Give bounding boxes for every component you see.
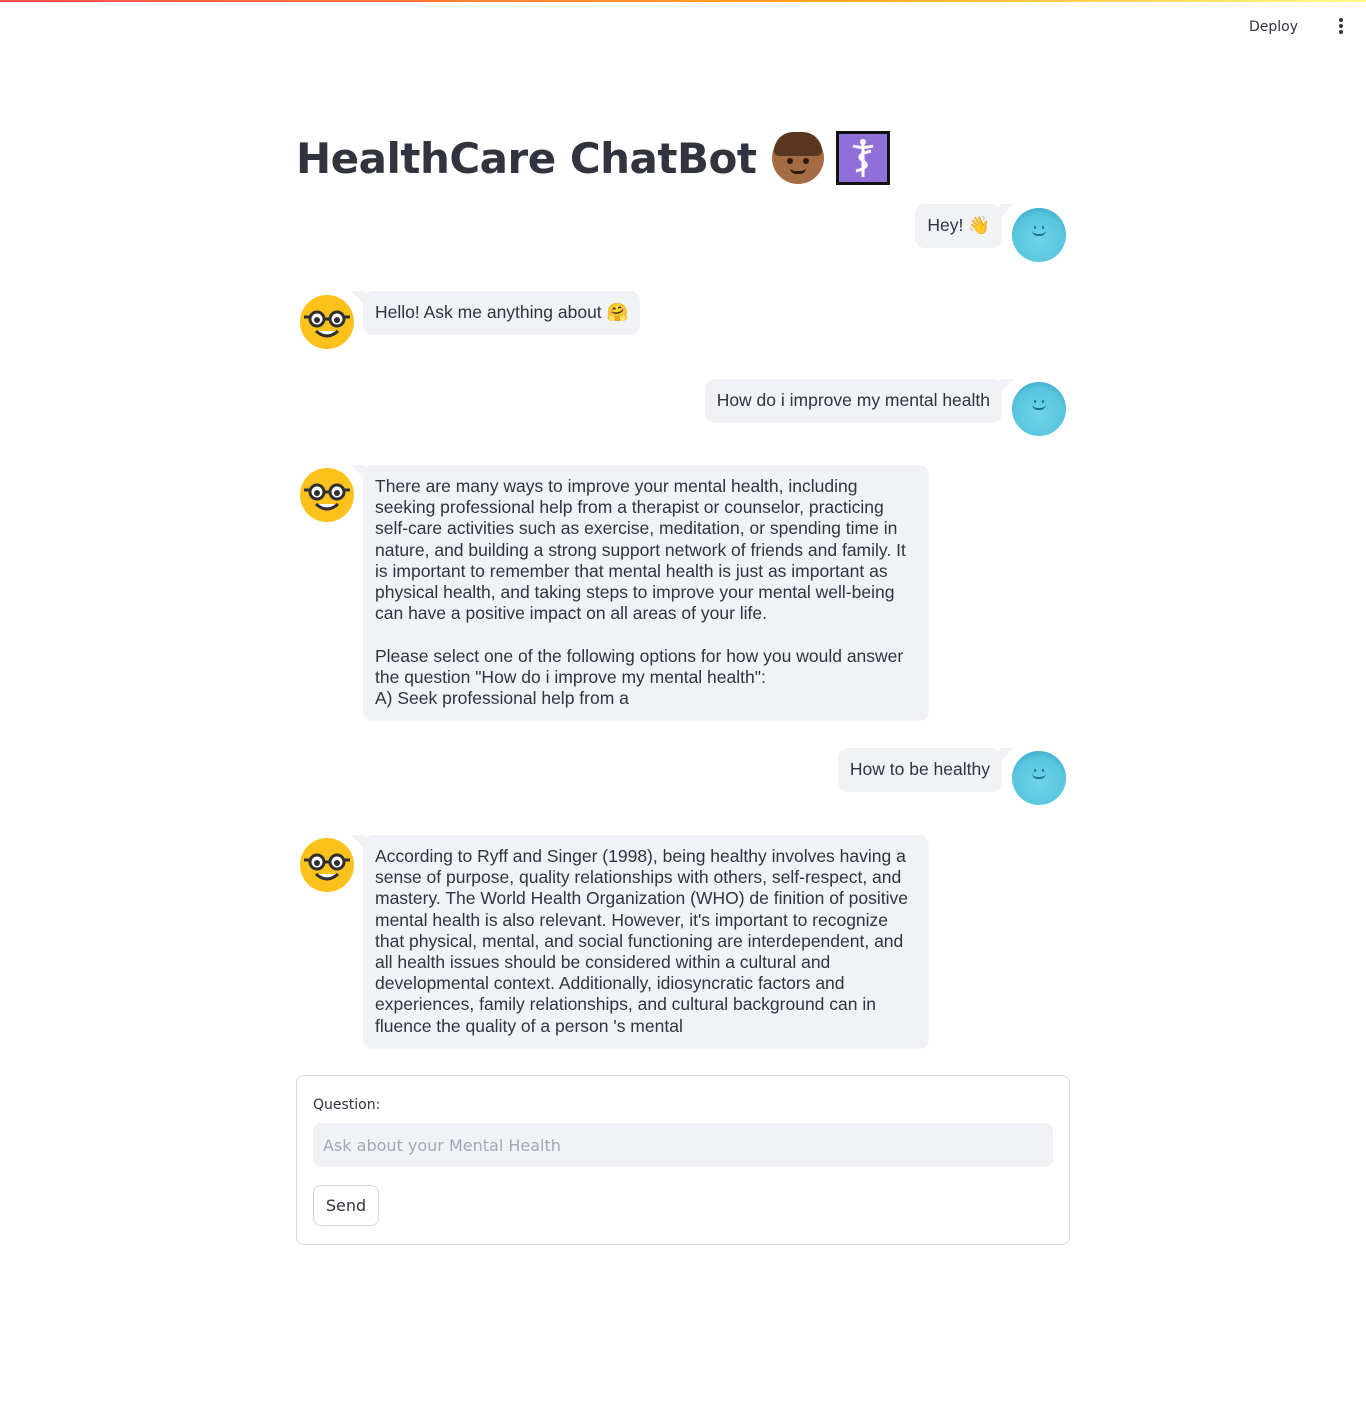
user-avatar-icon <box>1012 751 1066 805</box>
deploy-button[interactable]: Deploy <box>1249 15 1298 39</box>
medical-symbol-icon <box>836 131 891 185</box>
send-button[interactable]: Send <box>313 1185 379 1226</box>
nerd-face-avatar-icon <box>300 838 354 892</box>
page-title: HealthCare ChatBot <box>296 133 757 183</box>
chat-message-user: How to be healthy <box>296 748 1070 808</box>
chat-message-user: Hey! 👋 <box>296 204 1070 264</box>
man-emoji-icon <box>772 132 825 184</box>
message-bubble: There are many ways to improve your ment… <box>351 465 929 722</box>
user-avatar-icon <box>1012 208 1066 262</box>
message-bubble: Hello! Ask me anything about 🤗 <box>350 291 641 336</box>
message-bubble: How to be healthy <box>837 748 1015 793</box>
title-row: HealthCare ChatBot <box>296 128 891 188</box>
question-form: Question: Send <box>296 1075 1070 1245</box>
kebab-menu-icon[interactable] <box>1332 16 1350 36</box>
nerd-face-avatar-icon <box>300 468 354 522</box>
question-input[interactable] <box>313 1123 1053 1167</box>
chat-message-user: How do i improve my mental health <box>296 379 1070 439</box>
chat-message-bot: Hello! Ask me anything about 🤗 <box>296 291 1070 351</box>
chat-message-bot: According to Ryff and Singer (1998), bei… <box>296 835 1070 1049</box>
app-header: Deploy <box>0 0 1366 54</box>
message-bubble: How do i improve my mental health <box>704 379 1015 424</box>
message-bubble: According to Ryff and Singer (1998), bei… <box>351 835 929 1049</box>
question-label: Question: <box>313 1097 381 1113</box>
user-avatar-icon <box>1012 382 1066 436</box>
chat-message-bot: There are many ways to improve your ment… <box>296 465 1070 722</box>
message-bubble: Hey! 👋 <box>915 204 1014 249</box>
nerd-face-avatar-icon <box>300 295 354 349</box>
